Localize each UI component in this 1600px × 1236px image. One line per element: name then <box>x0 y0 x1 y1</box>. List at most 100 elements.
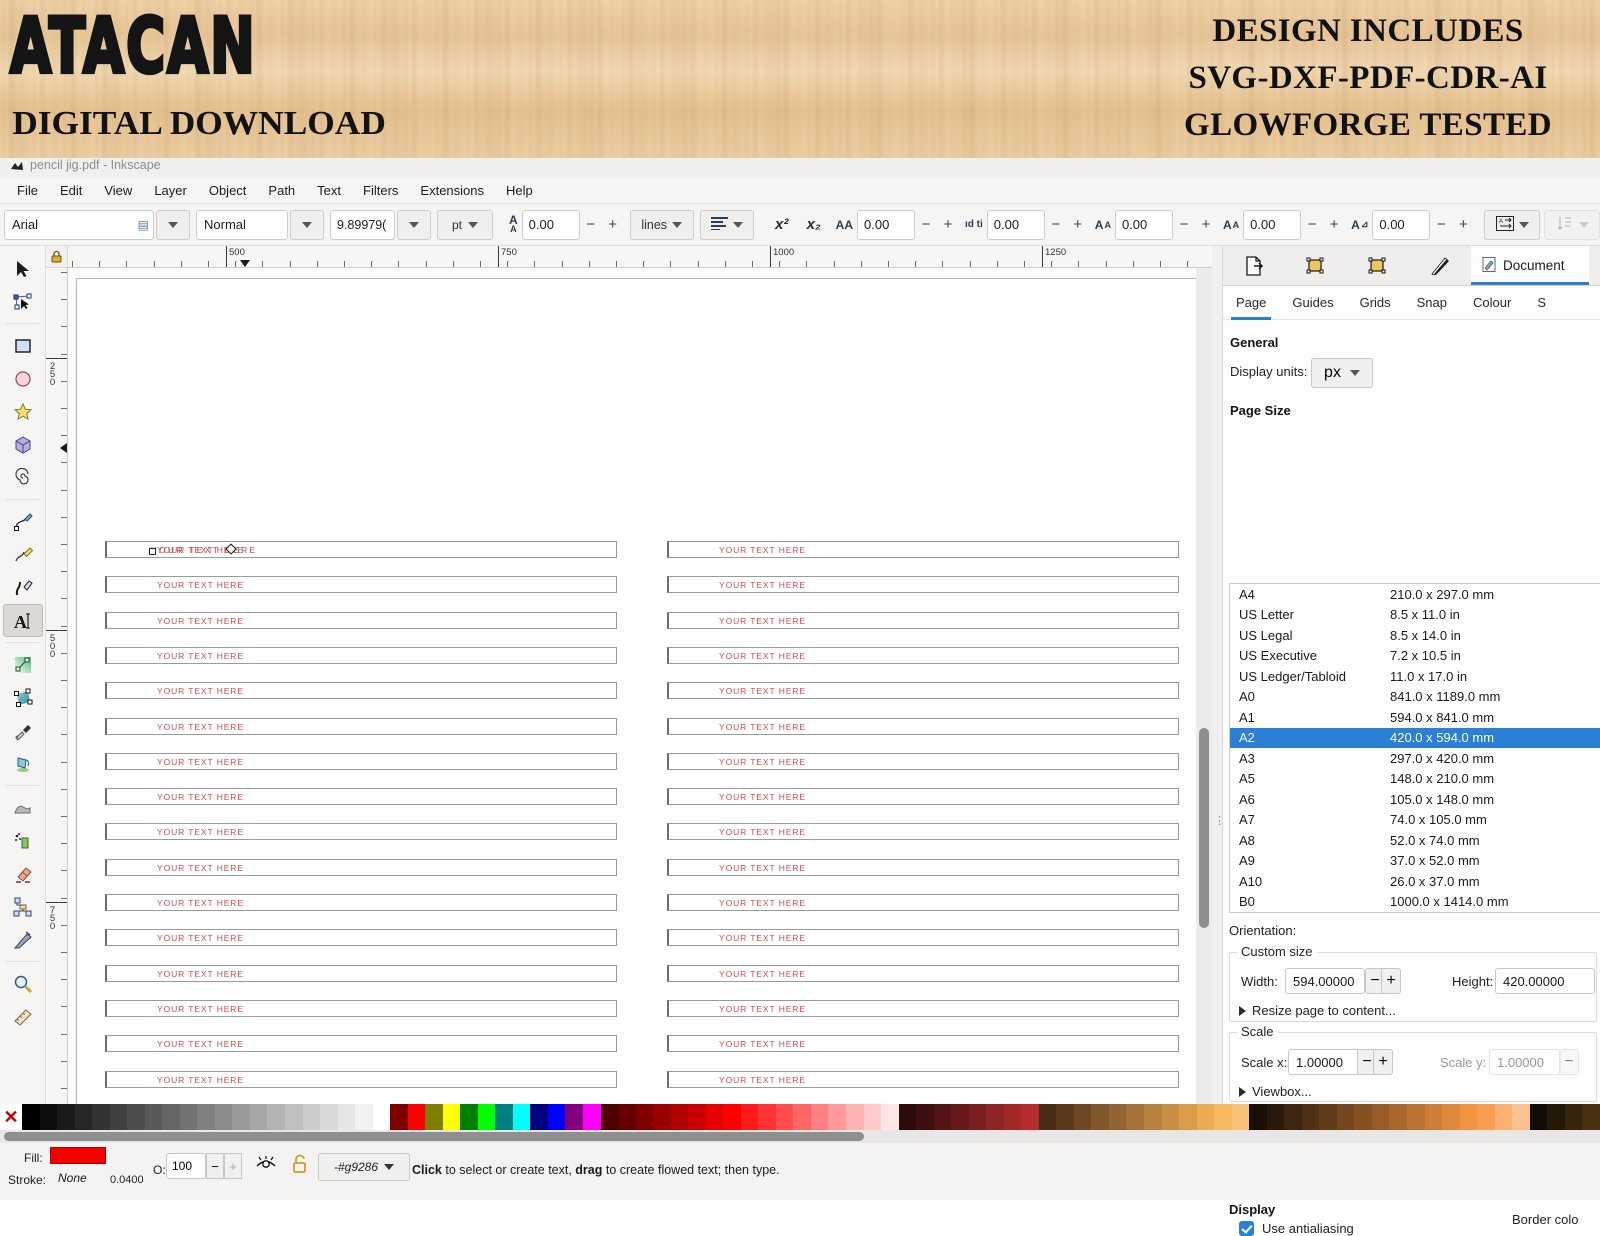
palette-swatch[interactable] <box>1582 1104 1600 1130</box>
jig-row-label[interactable]: YOUR TEXT HERE <box>157 1039 244 1049</box>
palette-swatch[interactable] <box>741 1104 759 1130</box>
star-tool[interactable] <box>3 395 43 428</box>
jig-row-label[interactable]: YOUR TEXT HERE <box>719 651 806 661</box>
layer-lock-icon[interactable] <box>291 1154 309 1179</box>
palette-swatch[interactable] <box>1530 1104 1548 1130</box>
font-style-input[interactable]: Normal <box>196 210 288 240</box>
opacity-increment[interactable]: + <box>224 1153 242 1179</box>
palette-swatch[interactable] <box>723 1104 741 1130</box>
palette-swatch[interactable] <box>232 1104 250 1130</box>
palette-swatch[interactable] <box>688 1104 706 1130</box>
palette-swatch[interactable] <box>390 1104 408 1130</box>
scale-x-increment[interactable]: + <box>1373 1049 1393 1075</box>
colour-palette[interactable]: ✕ <box>0 1104 1600 1130</box>
font-size-dropdown[interactable] <box>397 210 431 240</box>
page-size-row[interactable]: A774.0 x 105.0 mm <box>1230 810 1600 831</box>
palette-swatch[interactable] <box>1162 1104 1180 1130</box>
palette-swatch[interactable] <box>215 1104 233 1130</box>
letter-spacing-input[interactable]: 0.00 <box>857 210 915 240</box>
palette-swatch[interactable] <box>145 1104 163 1130</box>
jig-row-label[interactable]: YOUR TEXT HERE <box>719 1075 806 1085</box>
palette-swatch[interactable] <box>513 1104 531 1130</box>
jig-row-label[interactable]: YOUR TEXT HERE <box>157 898 244 908</box>
jig-row-label[interactable]: YOUR TEXT HERE <box>719 757 806 767</box>
palette-swatch[interactable] <box>1004 1104 1022 1130</box>
horizontal-kerning-decrement[interactable]: − <box>1173 216 1195 233</box>
palette-swatch[interactable] <box>1425 1104 1443 1130</box>
spray-tool[interactable] <box>3 824 43 857</box>
palette-swatch[interactable] <box>1302 1104 1320 1130</box>
jig-row-label[interactable]: YOUR TEXT HERE <box>719 722 806 732</box>
word-spacing-increment[interactable]: + <box>1067 216 1089 233</box>
menu-layer[interactable]: Layer <box>143 180 198 201</box>
palette-swatch[interactable] <box>1442 1104 1460 1130</box>
palette-scrollbar[interactable] <box>0 1130 1600 1143</box>
palette-swatch[interactable] <box>1495 1104 1513 1130</box>
palette-swatch[interactable] <box>565 1104 583 1130</box>
canvas-area[interactable]: YOUR TEXT HERE YOUR TEXT HERE YOUR TEXT HE… <box>68 268 1212 1180</box>
tab-colour[interactable]: Colour <box>1460 286 1524 320</box>
palette-swatch[interactable] <box>1477 1104 1495 1130</box>
palette-swatch[interactable] <box>1337 1104 1355 1130</box>
page-size-row[interactable]: US Executive7.2 x 10.5 in <box>1230 646 1600 667</box>
character-rotation-increment[interactable]: + <box>1452 216 1474 233</box>
page-size-row[interactable]: A0841.0 x 1189.0 mm <box>1230 687 1600 708</box>
stroke-value[interactable]: None <box>58 1171 87 1185</box>
page-size-row[interactable]: A5148.0 x 210.0 mm <box>1230 769 1600 790</box>
page-size-row[interactable]: US Legal8.5 x 14.0 in <box>1230 625 1600 646</box>
display-units-dropdown[interactable]: px <box>1311 358 1373 388</box>
menu-edit[interactable]: Edit <box>49 180 93 201</box>
palette-swatch[interactable] <box>40 1104 58 1130</box>
jig-row-label[interactable]: YOUR TEXT HERE <box>157 616 244 626</box>
fill-stroke-tab[interactable] <box>1409 246 1471 285</box>
dock-resize-grip[interactable]: ⋮ <box>1214 818 1220 840</box>
lpe-tool[interactable] <box>3 923 43 956</box>
character-rotation-input[interactable]: 0.00 <box>1372 210 1430 240</box>
palette-swatch[interactable] <box>22 1104 40 1130</box>
line-spacing-unit-dropdown[interactable]: lines <box>630 210 694 240</box>
palette-swatch[interactable] <box>1460 1104 1478 1130</box>
palette-swatch[interactable] <box>1056 1104 1074 1130</box>
letter-spacing-decrement[interactable]: − <box>915 216 937 233</box>
opacity-input[interactable]: 100 <box>166 1153 206 1179</box>
mesh-tool[interactable] <box>3 681 43 714</box>
word-spacing-decrement[interactable]: − <box>1045 216 1067 233</box>
jig-row-label[interactable]: YOUR TEXT HERE <box>157 722 244 732</box>
superscript-button[interactable]: x² <box>766 210 798 240</box>
jig-row-label[interactable]: YOUR TEXT HERE <box>157 827 244 837</box>
tab-snap[interactable]: Snap <box>1404 286 1460 320</box>
text-align-dropdown[interactable] <box>700 210 754 240</box>
jig-row-label[interactable]: YOUR TEXT HERE <box>719 827 806 837</box>
letter-spacing-increment[interactable]: + <box>937 216 959 233</box>
horizontal-kerning-input[interactable]: 0.00 <box>1115 210 1173 240</box>
vertical-kerning-increment[interactable]: + <box>1323 216 1345 233</box>
font-size-input[interactable]: 9.89979( <box>330 210 395 240</box>
palette-swatch[interactable] <box>583 1104 601 1130</box>
jig-row-label[interactable]: YOUR TEXT HERE <box>719 933 806 943</box>
palette-swatch[interactable] <box>1319 1104 1337 1130</box>
canvas-vertical-scrollbar[interactable] <box>1196 268 1212 1180</box>
jig-row-label[interactable]: YOUR TEXT HERE <box>157 1004 244 1014</box>
page-size-row[interactable]: A1594.0 x 841.0 mm <box>1230 707 1600 728</box>
tab-scripting[interactable]: S <box>1524 286 1559 320</box>
line-spacing-increment[interactable]: + <box>602 216 624 233</box>
menu-text[interactable]: Text <box>306 180 352 201</box>
layers-tab[interactable] <box>1347 246 1409 285</box>
palette-swatch[interactable] <box>828 1104 846 1130</box>
palette-swatch[interactable] <box>373 1104 391 1130</box>
palette-swatch[interactable] <box>1039 1104 1057 1130</box>
fill-colour-swatch[interactable] <box>50 1147 106 1164</box>
ellipse-tool[interactable] <box>3 362 43 395</box>
stroke-width-value[interactable]: 0.0400 <box>110 1174 144 1186</box>
width-increment[interactable]: + <box>1381 968 1401 994</box>
palette-swatch[interactable] <box>793 1104 811 1130</box>
ruler-lock-toggle[interactable] <box>46 246 68 268</box>
page-size-row[interactable]: A1026.0 x 37.0 mm <box>1230 871 1600 892</box>
opacity-decrement[interactable]: − <box>206 1153 224 1179</box>
palette-scroll-thumb[interactable] <box>4 1132 864 1141</box>
jig-row-label[interactable]: YOUR TEXT HERE <box>719 545 806 555</box>
palette-swatch[interactable] <box>601 1104 619 1130</box>
horizontal-kerning-increment[interactable]: + <box>1195 216 1217 233</box>
palette-swatch[interactable] <box>1267 1104 1285 1130</box>
viewbox-expander[interactable]: Viewbox... <box>1239 1084 1312 1099</box>
